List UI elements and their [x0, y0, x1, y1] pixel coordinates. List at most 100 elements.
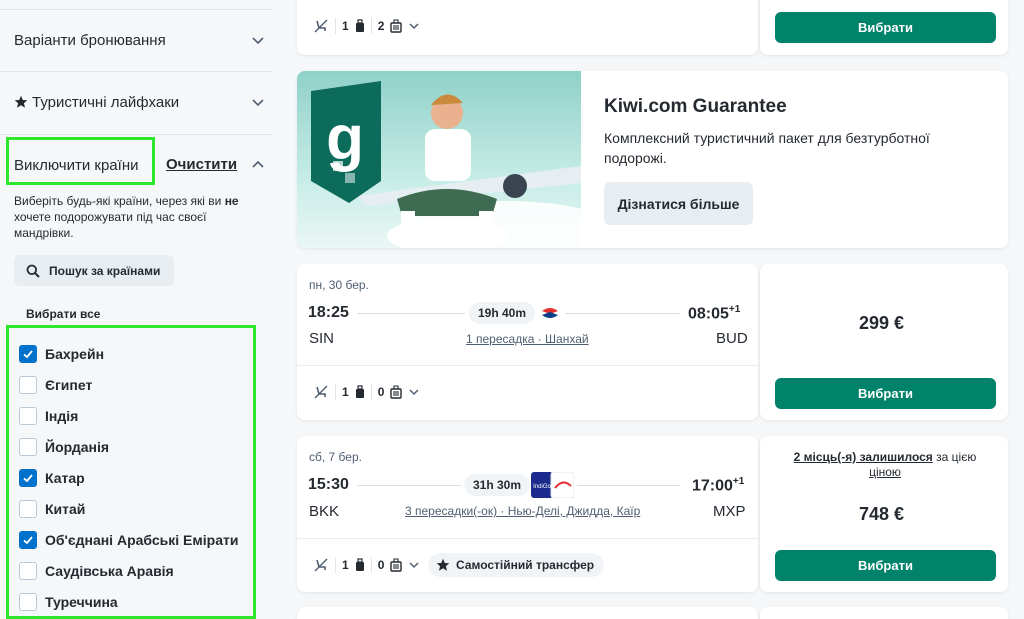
select-all-link[interactable]: Вибрати все: [26, 307, 100, 321]
learn-more-button[interactable]: Дізнатися більше: [604, 182, 753, 225]
price-card-partial: [760, 607, 1008, 619]
star-icon: [14, 95, 28, 108]
chevron-up-icon: [252, 160, 264, 168]
svg-text:IndiGo: IndiGo: [533, 484, 551, 490]
stops-link[interactable]: 3 пересадки(-ок) · Нью-Делі, Джидда, Каї…: [405, 504, 640, 518]
checked-bag-count: 2: [377, 19, 385, 33]
country-label: Саудівська Аравія: [45, 563, 174, 579]
arrival-time: 17:00+1: [692, 476, 745, 495]
chevron-down-icon[interactable]: [408, 20, 420, 32]
country-option[interactable]: Об'єднані Арабські Емірати: [19, 528, 238, 552]
checked-bag-count: 0: [377, 385, 385, 399]
chevron-down-icon[interactable]: [408, 386, 420, 398]
flight-card-partial: 1 2: [297, 0, 758, 55]
self-transfer-label: Самостійний трансфер: [456, 558, 595, 572]
checkbox-checked[interactable]: [19, 345, 37, 363]
cabin-bag-icon: [355, 385, 364, 398]
flight-date: сб, 7 бер.: [309, 450, 362, 464]
checked-bag-count: 0: [377, 558, 385, 572]
checked-bag-icon: [390, 558, 403, 572]
departure-time: 15:30: [308, 476, 349, 493]
checked-bag-icon: [390, 385, 403, 399]
star-icon: [436, 558, 450, 571]
duration-chip: 31h 30m: [464, 474, 531, 496]
no-seat-icon: [314, 558, 328, 572]
country-option[interactable]: Йорданія: [19, 435, 109, 459]
exclude-description: Виберіть будь-які країни, через які ви н…: [14, 194, 239, 240]
stops-link[interactable]: 1 пересадка · Шанхай: [466, 332, 589, 346]
checkbox-checked[interactable]: [19, 469, 37, 487]
price: 748 €: [859, 504, 905, 524]
airline-logo-icon: [539, 302, 561, 324]
search-countries-button[interactable]: Пошук за країнами: [14, 255, 174, 286]
airline-logos-icon: IndiGo: [531, 472, 574, 498]
checkbox-unchecked[interactable]: [19, 438, 37, 456]
guarantee-illustration-art: g: [311, 81, 581, 248]
filter-booking-options[interactable]: Варіанти бронювання: [0, 9, 273, 71]
country-label: Єгипет: [45, 377, 93, 393]
country-option[interactable]: Катар: [19, 466, 85, 490]
select-button[interactable]: Вибрати: [775, 12, 996, 43]
checkbox-unchecked[interactable]: [19, 562, 37, 580]
checkbox-checked[interactable]: [19, 531, 37, 549]
country-option[interactable]: Індія: [19, 404, 78, 428]
origin-code: SIN: [309, 330, 335, 347]
cabin-bag-count: 1: [342, 19, 349, 33]
origin-code: BKK: [309, 503, 340, 520]
select-button[interactable]: Вибрати: [775, 378, 996, 409]
search-icon: [26, 264, 40, 278]
promo-text: Комплексний туристичний пакет для безтур…: [604, 130, 930, 166]
cabin-bag-icon: [355, 558, 364, 571]
filter-title: Варіанти бронювання: [14, 31, 166, 49]
cabin-bag-count: 1: [342, 558, 349, 572]
select-button[interactable]: Вибрати: [775, 550, 996, 581]
cabin-bag-icon: [355, 19, 364, 32]
checkbox-unchecked[interactable]: [19, 500, 37, 518]
baggage-info: 1 2: [313, 18, 420, 34]
country-option[interactable]: Китай: [19, 497, 85, 521]
country-label: Туреччина: [45, 594, 118, 610]
country-option[interactable]: Саудівська Аравія: [19, 559, 174, 583]
seats-left-notice: 2 місць(-я) залишилося за цією ціною: [793, 450, 977, 479]
chevron-down-icon[interactable]: [408, 559, 420, 571]
checkbox-unchecked[interactable]: [19, 593, 37, 611]
baggage-info: 1 0: [313, 557, 420, 573]
checked-bag-icon: [390, 19, 403, 33]
destination-code: MXP: [713, 503, 746, 520]
country-option[interactable]: Єгипет: [19, 373, 92, 397]
country-label: Об'єднані Арабські Емірати: [45, 532, 239, 548]
price: 299 €: [859, 313, 905, 333]
filter-travel-hacks[interactable]: Туристичні лайфхаки: [0, 71, 273, 133]
arrival-time: 08:05+1: [688, 304, 741, 323]
destination-code: BUD: [716, 330, 748, 347]
filters-sidebar: Варіанти бронювання Туристичні лайфхаки …: [0, 0, 273, 619]
checkbox-unchecked[interactable]: [19, 376, 37, 394]
promo-title: Kiwi.com Guarantee: [604, 96, 787, 117]
country-option[interactable]: Туреччина: [19, 590, 118, 614]
chevron-down-icon: [252, 37, 264, 45]
flight-card-partial: [297, 607, 758, 619]
check-icon: [23, 350, 33, 359]
clear-link[interactable]: Очистити: [166, 156, 237, 173]
country-label: Бахрейн: [45, 346, 105, 362]
country-option[interactable]: Бахрейн: [19, 342, 104, 366]
no-seat-icon: [314, 19, 328, 33]
no-seat-icon: [314, 385, 328, 399]
chevron-down-icon: [252, 99, 264, 107]
flight-date: пн, 30 бер.: [309, 278, 369, 292]
country-label: Індія: [45, 408, 79, 424]
baggage-info: 1 0: [313, 384, 420, 400]
cabin-bag-count: 1: [342, 385, 349, 399]
check-icon: [23, 474, 33, 483]
duration-chip: 19h 40m: [469, 302, 536, 324]
search-countries-label: Пошук за країнами: [49, 263, 161, 278]
country-label: Йорданія: [45, 439, 110, 455]
filter-title: Туристичні лайфхаки: [32, 93, 180, 111]
check-icon: [23, 536, 33, 545]
filter-title: Виключити країни: [14, 156, 139, 174]
svg-text:g: g: [326, 104, 364, 173]
guarantee-illustration: g: [297, 71, 581, 248]
self-transfer-chip[interactable]: Самостійний трансфер: [428, 553, 605, 577]
country-label: Китай: [45, 501, 86, 517]
checkbox-unchecked[interactable]: [19, 407, 37, 425]
